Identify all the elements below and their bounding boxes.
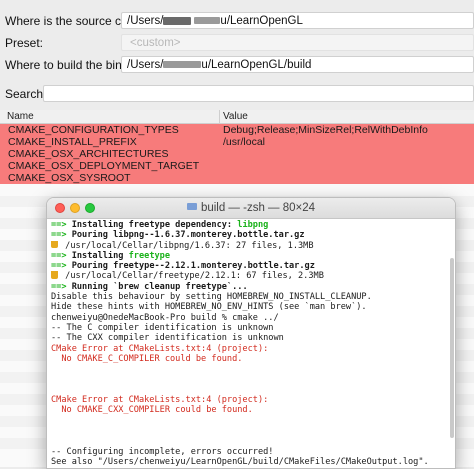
terminal-line: Disable this behaviour by setting HOMEBR… xyxy=(51,292,451,302)
row-name: CMAKE_CONFIGURATION_TYPES xyxy=(8,124,179,136)
terminal-line-text: Hide these hints with HOMEBREW_NO_ENV_HI… xyxy=(51,302,367,313)
terminal-line: -- The CXX compiler identification is un… xyxy=(51,333,451,343)
source-value-suffix: u/LearnOpenGL xyxy=(220,15,303,27)
terminal-line: CMake Error at CMakeLists.txt:4 (project… xyxy=(51,395,451,405)
table-row[interactable]: CMAKE_INSTALL_PREFIX /usr/local xyxy=(0,136,474,148)
build-value-suffix: u/LearnOpenGL/build xyxy=(201,59,312,71)
terminal-line-text: CMake Error at CMakeLists.txt:4 (project… xyxy=(51,343,269,354)
source-input[interactable]: /Users/u/LearnOpenGL xyxy=(121,12,474,29)
preset-label: Preset: xyxy=(5,36,44,50)
terminal-line-text: Disable this behaviour by setting HOMEBR… xyxy=(51,292,372,303)
terminal-line: /usr/local/Cellar/libpng/1.6.37: 27 file… xyxy=(51,240,451,251)
terminal-titlebar[interactable]: build — -zsh — 80×24 xyxy=(47,198,455,219)
terminal-line-text: /usr/local/Cellar/freetype/2.12.1: 67 fi… xyxy=(60,271,324,282)
terminal-line: /usr/local/Cellar/freetype/2.12.1: 67 fi… xyxy=(51,271,451,281)
terminal-line: See also "/Users/chenweiyu/LearnOpenGL/b… xyxy=(51,457,451,467)
terminal-line-text: Installing freetype dependency: xyxy=(66,220,238,230)
table-row[interactable]: CMAKE_OSX_ARCHITECTURES xyxy=(0,148,474,160)
column-header-value[interactable]: Value xyxy=(223,110,248,123)
terminal-line-text: Running `brew cleanup freetype`... xyxy=(66,281,248,292)
package-name: freetype xyxy=(128,250,171,261)
terminal-line: chenweiyu@OnedeMacBook-Pro build % cmake… xyxy=(51,313,451,323)
terminal-line: ==> Pouring freetype--2.12.1.monterey.bo… xyxy=(51,261,451,271)
search-label: Search: xyxy=(5,87,47,101)
row-name: CMAKE_INSTALL_PREFIX xyxy=(8,136,137,148)
beer-mug-icon xyxy=(51,271,58,279)
terminal-line: Hide these hints with HOMEBREW_NO_ENV_HI… xyxy=(51,302,451,312)
prompt-arrow: ==> xyxy=(51,220,67,230)
terminal-line-text: Installing xyxy=(66,250,129,261)
terminal-line: No CMAKE_C_COMPILER could be found. xyxy=(51,354,451,364)
prompt-arrow: ==> xyxy=(51,230,67,241)
terminal-line: ==> Pouring libpng--1.6.37.monterey.bott… xyxy=(51,230,451,240)
redacted-block xyxy=(163,16,192,25)
column-header-name[interactable]: Name xyxy=(7,110,34,123)
terminal-line-text: /usr/local/Cellar/libpng/1.6.37: 27 file… xyxy=(60,240,314,251)
terminal-line: ==> Installing freetype dependency: libp… xyxy=(51,220,451,230)
build-value-prefix: /Users/ xyxy=(127,59,164,71)
column-divider[interactable] xyxy=(219,110,220,123)
terminal-line-text: CMake Error at CMakeLists.txt:4 (project… xyxy=(51,395,269,406)
terminal-output[interactable]: ==> Installing freetype dependency: libp… xyxy=(51,220,451,467)
build-input[interactable]: /Users/u/LearnOpenGL/build xyxy=(121,56,474,73)
row-name: CMAKE_OSX_DEPLOYMENT_TARGET xyxy=(8,160,200,172)
terminal-line-text: No CMAKE_CXX_COMPILER could be found. xyxy=(51,405,253,416)
beer-mug-icon xyxy=(51,240,58,249)
terminal-line-text: -- The CXX compiler identification is un… xyxy=(51,333,284,344)
terminal-title-text: build — -zsh — 80×24 xyxy=(200,202,316,214)
terminal-line: -- The C compiler identification is unkn… xyxy=(51,323,451,333)
terminal-line-text: -- The C compiler identification is unkn… xyxy=(51,322,274,333)
terminal-scrollbar[interactable] xyxy=(450,258,454,438)
folder-icon xyxy=(186,203,197,211)
search-input[interactable] xyxy=(43,85,474,102)
terminal-window[interactable]: build — -zsh — 80×24 ==> Installing free… xyxy=(46,197,456,469)
terminal-line: ==> Installing freetype xyxy=(51,251,451,261)
table-row[interactable]: CMAKE_CONFIGURATION_TYPES Debug;Release;… xyxy=(0,124,474,136)
terminal-line: ==> Running `brew cleanup freetype`... xyxy=(51,282,451,292)
terminal-line-text: See also "/Users/chenweiyu/LearnOpenGL/b… xyxy=(51,456,429,467)
terminal-title: build — -zsh — 80×24 xyxy=(47,198,455,218)
table-row[interactable]: CMAKE_OSX_SYSROOT xyxy=(0,172,474,184)
table-row[interactable]: CMAKE_OSX_DEPLOYMENT_TARGET xyxy=(0,160,474,172)
row-name: CMAKE_OSX_SYSROOT xyxy=(8,172,131,184)
redacted-block xyxy=(194,17,221,25)
redacted-block xyxy=(163,61,202,69)
terminal-line-text: Pouring libpng--1.6.37.monterey.bottle.t… xyxy=(66,230,305,241)
prompt-arrow: ==> xyxy=(51,281,67,292)
prompt-arrow: ==> xyxy=(51,250,67,261)
source-value-prefix: /Users/ xyxy=(127,15,164,27)
package-name: libpng xyxy=(237,220,269,230)
row-value: Debug;Release;MinSizeRel;RelWithDebInfo xyxy=(223,124,428,136)
terminal-line: -- Configuring incomplete, errors occurr… xyxy=(51,447,451,457)
prompt-arrow: ==> xyxy=(51,261,67,272)
table-header: Name Value xyxy=(0,110,474,124)
terminal-line-text: -- Configuring incomplete, errors occurr… xyxy=(51,446,274,457)
terminal-line: CMake Error at CMakeLists.txt:4 (project… xyxy=(51,344,451,354)
terminal-line-text: Pouring freetype--2.12.1.monterey.bottle… xyxy=(66,261,315,272)
terminal-line-text: chenweiyu@OnedeMacBook-Pro build % cmake… xyxy=(51,312,279,323)
terminal-line: No CMAKE_CXX_COMPILER could be found. xyxy=(51,405,451,415)
preset-select[interactable]: <custom> xyxy=(121,34,474,51)
preset-value: <custom> xyxy=(130,37,181,49)
row-value: /usr/local xyxy=(223,136,266,148)
terminal-line-text: No CMAKE_C_COMPILER could be found. xyxy=(51,353,243,364)
row-name: CMAKE_OSX_ARCHITECTURES xyxy=(8,148,169,160)
